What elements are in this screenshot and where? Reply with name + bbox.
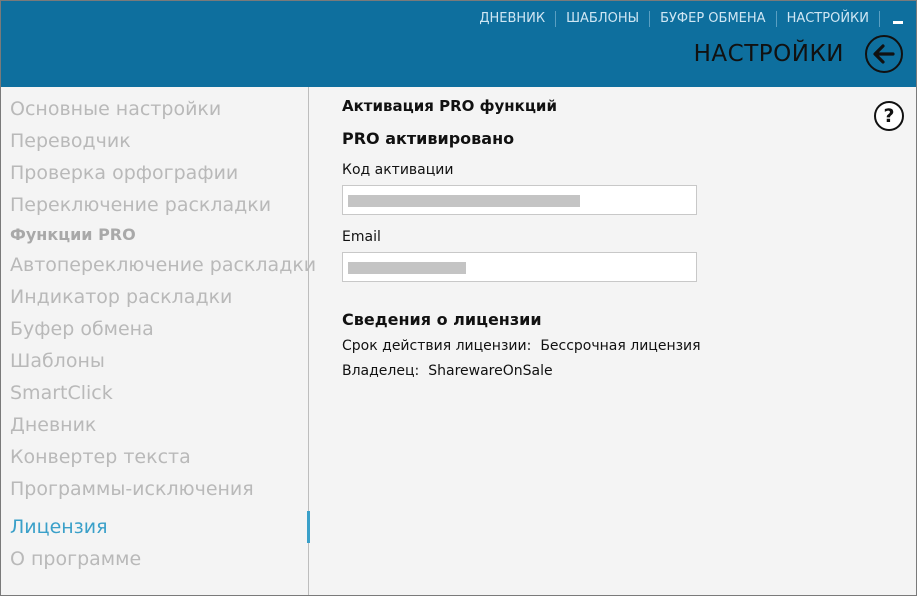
redacted-value (348, 195, 580, 207)
sidebar-item-templates[interactable]: Шаблоны (1, 345, 308, 377)
nav-templates[interactable]: ШАБЛОНЫ (556, 11, 651, 27)
help-button[interactable]: ? (874, 101, 904, 131)
question-mark-icon: ? (883, 105, 895, 127)
email-label: Email (342, 229, 381, 245)
owner-label: Владелец: (342, 363, 420, 379)
top-navigation: ДНЕВНИК ШАБЛОНЫ БУФЕР ОБМЕНА НАСТРОЙКИ (469, 1, 916, 37)
sidebar-item-license[interactable]: Лицензия (1, 511, 310, 543)
license-info-title: Сведения о лицензии (342, 310, 542, 329)
license-panel: Активация PRO функций PRO активировано К… (342, 97, 902, 379)
minimize-icon (893, 20, 903, 24)
nav-diary[interactable]: ДНЕВНИК (469, 11, 557, 27)
sidebar-item-layout-indicator[interactable]: Индикатор раскладки (1, 281, 308, 313)
redacted-value (348, 262, 466, 274)
section-title: Активация PRO функций (342, 97, 557, 115)
sidebar-item-pro-functions[interactable]: Функции PRO (1, 221, 308, 249)
minimize-button[interactable] (880, 1, 916, 37)
page-title: НАСТРОЙКИ (693, 41, 844, 67)
sidebar-item-translator[interactable]: Переводчик (1, 125, 308, 157)
sidebar-item-spellcheck[interactable]: Проверка орфографии (1, 157, 308, 189)
sidebar-item-text-converter[interactable]: Конвертер текста (1, 441, 308, 473)
sidebar-item-diary[interactable]: Дневник (1, 409, 308, 441)
activation-code-label: Код активации (342, 162, 454, 178)
owner-value: SharewareOnSale (428, 363, 553, 379)
owner-row: Владелец: SharewareOnSale (342, 363, 902, 379)
license-term-row: Срок действия лицензии: Бессрочная лиценз… (342, 338, 902, 354)
sidebar-item-exclusions[interactable]: Программы-исключения (1, 473, 308, 505)
app-window: ДНЕВНИК ШАБЛОНЫ БУФЕР ОБМЕНА НАСТРОЙКИ Н… (0, 0, 917, 596)
settings-sidebar: Основные настройки Переводчик Проверка о… (1, 87, 316, 595)
arrow-left-icon (873, 44, 895, 64)
sidebar-item-smartclick[interactable]: SmartClick (1, 377, 308, 409)
back-button[interactable] (865, 35, 903, 73)
nav-settings[interactable]: НАСТРОЙКИ (777, 11, 880, 27)
email-field[interactable] (342, 252, 697, 282)
sidebar-item-layout-switch[interactable]: Переключение раскладки (1, 189, 308, 221)
header-bar: ДНЕВНИК ШАБЛОНЫ БУФЕР ОБМЕНА НАСТРОЙКИ Н… (1, 1, 916, 87)
license-term-label: Срок действия лицензии: (342, 338, 532, 354)
nav-clipboard[interactable]: БУФЕР ОБМЕНА (650, 11, 777, 27)
sidebar-item-about[interactable]: О программе (1, 543, 308, 575)
pro-status: PRO активировано (342, 129, 515, 148)
sidebar-item-clipboard[interactable]: Буфер обмена (1, 313, 308, 345)
license-term-value: Бессрочная лицензия (540, 338, 701, 354)
sidebar-item-auto-layout[interactable]: Автопереключение раскладки (1, 249, 316, 281)
activation-code-field[interactable] (342, 185, 697, 215)
sidebar-item-general[interactable]: Основные настройки (1, 93, 308, 125)
